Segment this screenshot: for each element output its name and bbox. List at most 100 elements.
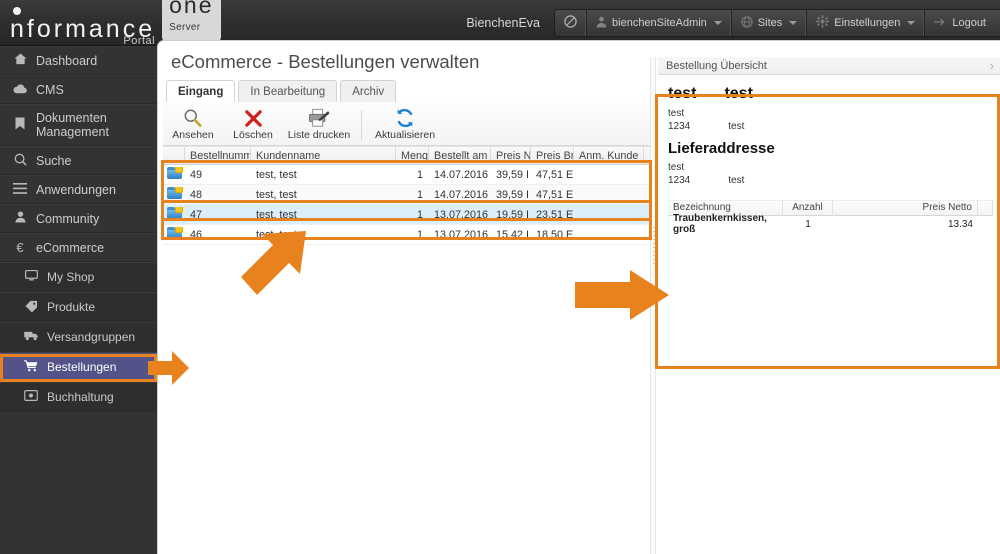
order-detail-body: test test test 1234 test Lieferaddresse te… [658,75,1000,235]
table-row-selected[interactable]: 47 test, test 1 13.07.2016 17: 19,59 I 2… [163,205,656,225]
aktualisieren-button[interactable]: Aktualisieren [369,105,441,141]
column-header-icon[interactable] [163,147,185,164]
column-header-preis-brutto[interactable]: Preis Bru [531,147,574,164]
tab-in-bearbeitung[interactable]: In Bearbeitung [238,80,338,103]
sidebar-item-produkte[interactable]: Produkte [0,292,157,322]
cell-preis-netto: 19,59 I [496,208,530,221]
header-sites-menu[interactable]: Sites [732,10,808,36]
liste-drucken-button[interactable]: Liste drucken [283,105,355,141]
sidebar-item-label: Bestellungen [47,360,117,374]
column-header-bestellt-am[interactable]: Bestellt am [429,147,491,164]
orders-grid: Bestellnummer Kundenname Meng Bestellt a… [163,146,656,245]
magnifier-icon [183,107,203,129]
sidebar-item-dashboard[interactable]: Dashboard [0,46,157,75]
table-row[interactable]: 48 test, test 1 14.07.2016 11: 39,59 I 4… [163,185,656,205]
brand-server-text: Server [169,22,201,33]
tab-label: In Bearbeitung [250,86,326,98]
chevron-down-icon [789,21,798,25]
column-header-preis-netto: Preis Netto [833,200,978,216]
sidebar-item-cms[interactable]: CMS [0,75,157,104]
tab-eingang[interactable]: Eingang [166,80,236,103]
customer-last-name: test [724,85,753,102]
tab-archiv[interactable]: Archiv [340,80,397,103]
page-title: eCommerce - Bestellungen verwalten [171,51,480,72]
cell-kundenname: test, test [256,168,297,181]
sidebar-navigation: Dashboard CMS Dokumenten Management Such… [0,46,157,554]
sidebar-item-label: eCommerce [36,240,105,255]
sidebar-item-label: Versandgruppen [47,330,136,344]
cell-preis-brutto: 47,51 E [536,188,574,201]
cell-kundenname: test, test [256,188,297,201]
main-content-panel: eCommerce - Bestellungen verwalten Einga… [157,40,1000,554]
sidebar-item-label: Dokumenten Management [36,111,109,139]
sidebar-item-label: Buchhaltung [47,390,114,404]
column-header-spacer [978,200,993,216]
column-header-menge[interactable]: Meng [396,147,429,164]
cell-bestellnummer: 46 [190,228,203,241]
shipping-address-heading: Lieferaddresse [668,140,775,157]
header-settings-menu[interactable]: Einstellungen [807,10,926,36]
item-anzahl: 1 [805,218,811,230]
cell-bestellnummer: 48 [190,188,203,201]
sidebar-item-bestellungen[interactable]: Bestellungen [0,352,157,382]
sidebar-item-suche[interactable]: Suche [0,146,157,175]
monitor-icon [24,269,38,284]
shipping-city: test [728,175,745,186]
chevron-right-icon[interactable]: › [990,58,994,73]
sidebar-item-label: CMS [36,82,64,97]
sidebar-item-dokumenten-management[interactable]: Dokumenten Management [0,104,157,146]
sidebar-item-label: Anwendungen [36,182,116,197]
sidebar-item-buchhaltung[interactable]: Buchhaltung [0,382,157,412]
table-row[interactable]: 49 test, test 1 14.07.2016 11: 39,59 I 4… [163,165,656,185]
column-header-anm-kunde[interactable]: Anm. Kunde [574,147,644,164]
order-detail-header[interactable]: Bestellung Übersicht › [658,57,1000,75]
header-settings-label: Einstellungen [834,17,901,29]
header-account-menu[interactable]: bienchenSiteAdmin [587,10,732,36]
ansehen-label: Ansehen [172,129,214,141]
order-items-table: Bezeichnung Anzahl Preis Netto Traubenke… [668,200,993,235]
customer-name-heading: test test [668,85,991,103]
cell-bestellt-am: 13.07.2016 17: [434,208,491,221]
column-header-preis-netto[interactable]: Preis N [491,147,531,164]
header-logout-button[interactable]: Logout [925,10,1000,36]
gear-icon [816,15,830,31]
sidebar-item-community[interactable]: Community [0,204,157,233]
splitter-grip-icon [653,227,655,267]
shipping-street: test [668,162,685,173]
item-preis-netto: 13.34 [947,218,973,230]
sidebar-item-versandgruppen[interactable]: Versandgruppen [0,322,157,352]
customer-first-name: test [668,85,697,102]
panel-splitter[interactable] [650,57,656,554]
shipping-zip-city: 1234 test [668,175,991,186]
loeschen-button[interactable]: Löschen [223,105,283,141]
header-account-label: bienchenSiteAdmin [612,17,707,29]
brand-logo[interactable]: nformance Portal one Server [10,0,221,47]
cell-bestellnummer: 47 [190,208,203,221]
column-header-kundenname[interactable]: Kundenname [251,147,396,164]
folder-star-icon [167,207,182,219]
grid-toolbar: Ansehen Löschen Liste drucken Aktualisie… [163,102,656,146]
order-detail-title: Bestellung Übersicht [666,59,767,72]
loeschen-label: Löschen [233,129,273,141]
cell-preis-netto: 39,59 I [496,168,530,181]
cell-preis-brutto: 47,51 E [536,168,574,181]
sidebar-item-label: Community [36,211,100,226]
shipping-zip: 1234 [668,175,691,186]
table-row[interactable]: 46 test, test 1 13.07.2016 17: 15,42 I 1… [163,225,656,245]
tab-label: Archiv [352,86,385,98]
sidebar-item-my-shop[interactable]: My Shop [0,262,157,292]
euro-icon: € [16,240,24,255]
ansehen-button[interactable]: Ansehen [163,105,223,141]
brand-wordmark: nformance Portal [10,7,155,47]
billing-zip: 1234 [668,121,691,132]
sidebar-item-anwendungen[interactable]: Anwendungen [0,175,157,204]
sidebar-item-ecommerce[interactable]: € eCommerce [0,233,157,262]
column-header-bestellnummer[interactable]: Bestellnummer [185,147,251,164]
header-block-button[interactable] [555,10,588,36]
row-icon-cell [163,187,185,202]
column-header-anzahl: Anzahl [783,200,833,216]
billing-city: test [728,121,745,132]
sidebar-item-label: Produkte [47,300,96,314]
chevron-down-icon [907,21,916,25]
brand-dot-icon [13,7,21,15]
